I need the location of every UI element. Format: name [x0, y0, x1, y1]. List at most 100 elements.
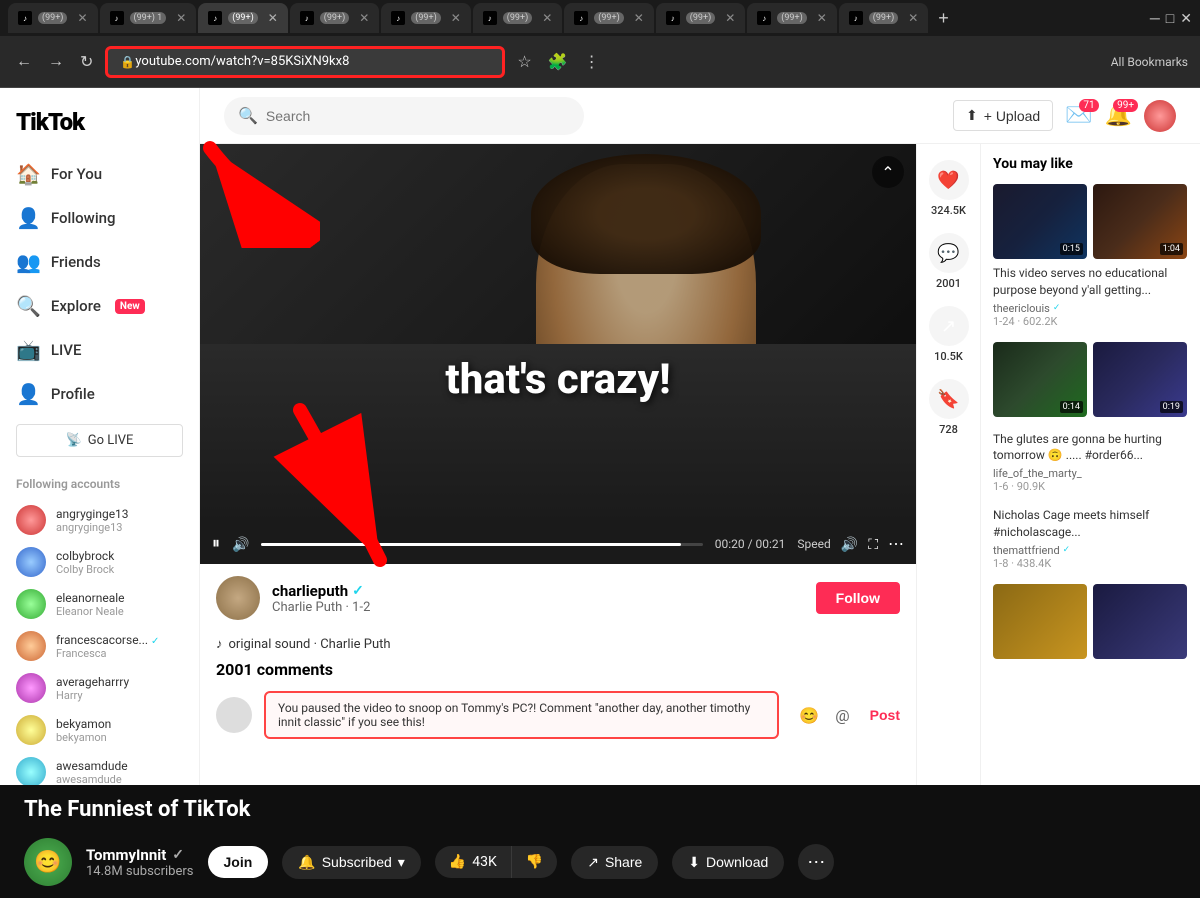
more-options-button[interactable]: ⋯ [798, 844, 834, 880]
account-item-eleanorneale[interactable]: eleanorneale Eleanor Neale [0, 583, 199, 625]
upload-button[interactable]: ⬆ + Upload [953, 100, 1053, 131]
browser-tab[interactable]: ♪ (99+) ✕ [8, 3, 98, 33]
tab-close[interactable]: ✕ [542, 11, 552, 25]
speed-label[interactable]: Speed [797, 537, 830, 551]
join-button[interactable]: Join [208, 846, 269, 878]
sidebar-item-friends[interactable]: 👥 Friends [0, 240, 199, 284]
avatar [16, 547, 46, 577]
like-button[interactable]: ❤️ 324.5K [929, 160, 969, 217]
address-bar[interactable]: 🔒 youtube.com/watch?v=85KSiXN9kx8 [105, 46, 505, 78]
emoji-button[interactable]: 😊 [799, 706, 819, 725]
minimize-button[interactable]: ─ [1150, 10, 1160, 26]
tab-close[interactable]: ✕ [359, 11, 369, 25]
comments-count-badge: 2001 [936, 277, 961, 290]
tab-close[interactable]: ✕ [725, 11, 735, 25]
go-live-button[interactable]: 📡 Go LIVE [16, 424, 183, 457]
account-name: colbybrock [56, 549, 114, 563]
subscribed-button[interactable]: 🔔 Subscribed ▾ [282, 846, 421, 879]
shares-count: 10.5K [934, 350, 963, 363]
user-avatar[interactable] [1144, 100, 1176, 132]
live-stream-icon: 📡 [66, 433, 82, 448]
creator-avatar[interactable] [216, 576, 260, 620]
account-handle: angryginge13 [56, 521, 129, 534]
avatar [16, 673, 46, 703]
maximize-button[interactable]: □ [1166, 10, 1174, 26]
sound-text: original sound · Charlie Puth [229, 637, 391, 652]
sidebar-item-profile[interactable]: 👤 Profile [0, 372, 199, 416]
account-item-bekyamon[interactable]: bekyamon bekyamon [0, 709, 199, 751]
browser-tab[interactable]: ♪ (99+) ✕ [564, 3, 654, 33]
account-handle: Colby Brock [56, 563, 114, 576]
tab-close[interactable]: ✕ [817, 11, 827, 25]
search-input[interactable] [266, 108, 570, 124]
tab-close[interactable]: ✕ [908, 11, 918, 25]
volume-button[interactable]: 🔊 [841, 536, 858, 553]
comment-button[interactable]: 💬 2001 [929, 233, 969, 290]
tab-close[interactable]: ✕ [176, 11, 186, 25]
tab-close-active[interactable]: ✕ [268, 11, 278, 25]
sv-thumbnail-left: 0:15 [993, 184, 1087, 259]
share-button[interactable]: ↗ 10.5K [929, 306, 969, 363]
browser-tab-active[interactable]: ♪ (99+) ✕ [198, 3, 288, 33]
suggested-video-1[interactable]: 0:15 1:04 This video serves no education… [993, 184, 1188, 328]
suggested-video-3[interactable]: The glutes are gonna be hurting tomorrow… [993, 431, 1188, 494]
reload-button[interactable]: ↻ [76, 48, 97, 76]
tab-close[interactable]: ✕ [451, 11, 461, 25]
account-item-awesamdude[interactable]: awesamdude awesamdude [0, 751, 199, 785]
creator-name: charlieputh ✓ [272, 582, 370, 600]
browser-tab[interactable]: ♪ (99+) ✕ [290, 3, 380, 33]
sidebar-item-following[interactable]: 👤 Following [0, 196, 199, 240]
like-button[interactable]: 👍 43K [435, 846, 512, 878]
tiktok-app: TikTok 🏠 For You 👤 Following 👥 Friends 🔍… [0, 88, 1200, 785]
sidebar-item-live[interactable]: 📺 LIVE [0, 328, 199, 372]
settings-button[interactable]: ⋮ [580, 48, 604, 76]
more-options-button[interactable]: ⋯ [888, 534, 904, 554]
dislike-button[interactable]: 👎 [512, 846, 557, 878]
tab-close[interactable]: ✕ [634, 11, 644, 25]
browser-tab[interactable]: ♪ (99+) ✕ [656, 3, 746, 33]
video-section: that's crazy! ⌃ ⏸ 🔊 00:20 / 00:21 Sp [200, 144, 1200, 785]
account-item-angryginge13[interactable]: angryginge13 angryginge13 [0, 499, 199, 541]
tab-close[interactable]: ✕ [77, 11, 87, 25]
browser-tab[interactable]: ♪ (99+) 1 ✕ [100, 3, 197, 33]
avatar [16, 757, 46, 785]
extensions-button[interactable]: 🧩 [544, 48, 572, 76]
bookmark-button[interactable]: 🔖 728 [929, 379, 969, 436]
back-button[interactable]: ← [12, 49, 36, 75]
bell-icon: 🔔 [298, 854, 315, 871]
suggested-video-2[interactable]: 0:14 0:19 [993, 342, 1188, 417]
channel-avatar[interactable]: 😊 [24, 838, 72, 886]
close-button[interactable]: ✕ [1180, 10, 1192, 27]
mention-button[interactable]: @ [835, 706, 849, 725]
account-item-colbybrock[interactable]: colbybrock Colby Brock [0, 541, 199, 583]
account-item-francescacorse[interactable]: francescacorse... ✓ Francesca [0, 625, 199, 667]
sv-title: This video serves no educational purpose… [993, 265, 1188, 299]
mute-button[interactable]: 🔊 [232, 536, 249, 553]
messages-button[interactable]: ✉️ 71 [1065, 103, 1092, 128]
bookmark-button[interactable]: ☆ [513, 48, 535, 76]
browser-tab[interactable]: ♪ (99+) ✕ [381, 3, 471, 33]
new-tab-button[interactable]: + [930, 8, 957, 29]
forward-button[interactable]: → [44, 49, 68, 75]
sv-thumbnail[interactable] [1093, 584, 1187, 659]
search-bar[interactable]: 🔍 [224, 97, 584, 135]
follow-button[interactable]: Follow [816, 582, 900, 614]
download-button[interactable]: ⬇ Download [672, 846, 784, 879]
inbox-button[interactable]: 🔔 99+ [1105, 103, 1132, 128]
account-item-averageharrry[interactable]: averageharrry Harry [0, 667, 199, 709]
suggested-video-4[interactable]: Nicholas Cage meets himself #nicholascag… [993, 507, 1188, 570]
share-button[interactable]: ↗ Share [571, 846, 658, 879]
post-comment-button[interactable]: Post [870, 707, 900, 723]
fullscreen-button[interactable]: ⛶ [868, 536, 878, 553]
browser-tab[interactable]: ♪ (99+) ✕ [747, 3, 837, 33]
sv-thumb-row: 0:15 1:04 [993, 184, 1188, 259]
play-pause-button[interactable]: ⏸ [212, 535, 220, 553]
browser-tab[interactable]: ♪ (99+) ✕ [473, 3, 563, 33]
browser-tab[interactable]: ♪ (99+) ✕ [839, 3, 929, 33]
sidebar-item-for-you[interactable]: 🏠 For You [0, 152, 199, 196]
upload-icon: ⬆ [966, 107, 978, 124]
sv-thumbnail[interactable] [993, 584, 1087, 659]
account-name: francescacorse... ✓ [56, 633, 159, 647]
progress-bar[interactable] [261, 543, 702, 546]
sidebar-item-explore[interactable]: 🔍 Explore New [0, 284, 199, 328]
